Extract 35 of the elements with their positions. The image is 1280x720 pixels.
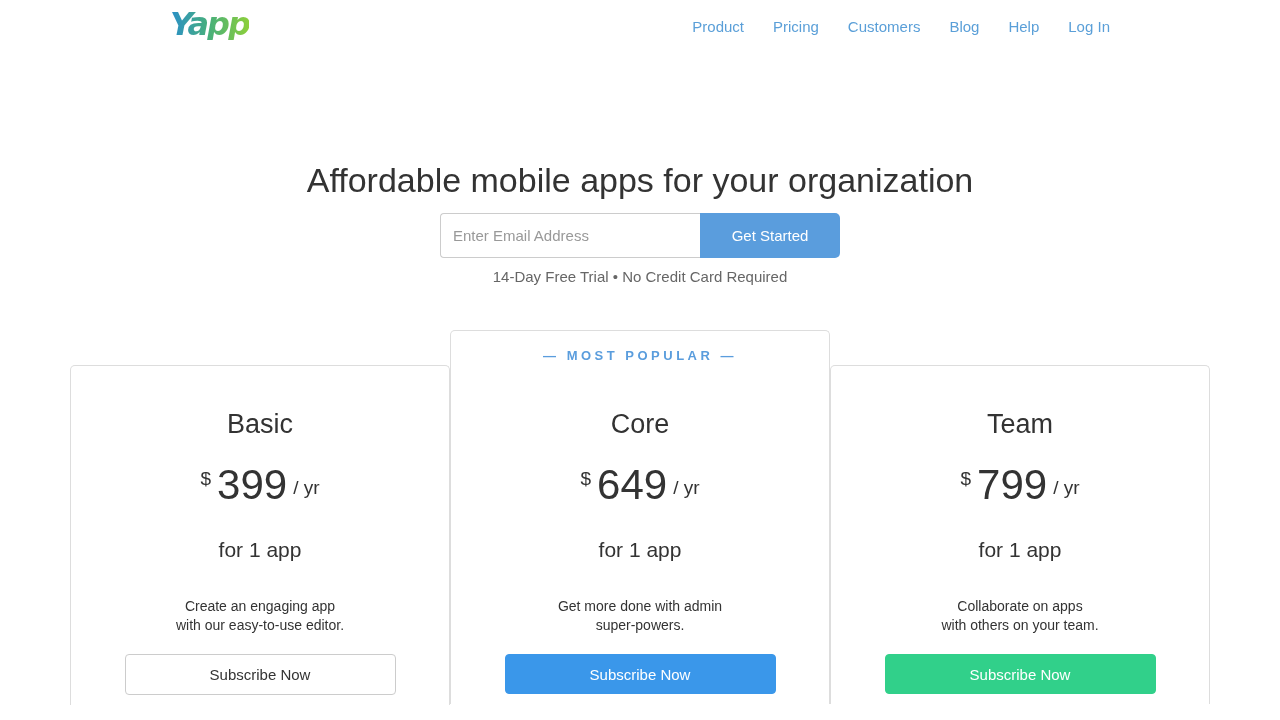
plan-name: Basic	[227, 408, 293, 441]
most-popular-label: — MOST POPULAR —	[542, 347, 738, 365]
get-started-button[interactable]: Get Started	[700, 213, 840, 258]
plan-description: Create an engaging app	[184, 597, 336, 616]
plan-scope: for 1 app	[598, 538, 682, 562]
plan-price: 799	[977, 462, 1048, 508]
plan-scope: for 1 app	[218, 538, 302, 562]
currency-symbol: $	[580, 468, 592, 490]
nav-link[interactable]: Product	[692, 17, 744, 35]
subscribe-button[interactable]: Subscribe Now	[124, 654, 396, 695]
nav-link[interactable]: Log In	[1068, 17, 1110, 35]
nav-link[interactable]: Pricing	[773, 17, 819, 35]
plan-description: super-powers.	[595, 616, 685, 635]
plan-name: Team	[987, 408, 1053, 441]
nav-link[interactable]: Blog	[949, 17, 980, 35]
nav-link[interactable]: Customers	[847, 17, 921, 35]
currency-symbol: $	[960, 468, 972, 490]
billing-period: / yr	[1053, 477, 1080, 499]
subscribe-button[interactable]: Subscribe Now	[884, 654, 1156, 694]
page-heading: Affordable mobile apps for your organization	[305, 160, 975, 200]
nav-link[interactable]: Help	[1008, 17, 1040, 35]
plan-description: Get more done with admin	[557, 597, 723, 616]
plan-description: with others on your team.	[941, 616, 1099, 635]
billing-period: / yr	[293, 477, 320, 499]
plan-description: with our easy-to-use editor.	[175, 616, 345, 635]
billing-period: / yr	[673, 477, 700, 499]
plan-scope: for 1 app	[978, 538, 1062, 562]
plan-price: 399	[217, 462, 288, 508]
email-field[interactable]: Enter Email Address	[440, 213, 700, 258]
plan-name: Core	[610, 408, 670, 441]
trial-note: 14-Day Free Trial • No Credit Card Required	[491, 268, 789, 285]
plan-description: Collaborate on apps	[957, 597, 1083, 616]
subscribe-button[interactable]: Subscribe Now	[504, 654, 776, 694]
currency-symbol: $	[200, 468, 212, 490]
plan-price: 649	[597, 462, 668, 508]
